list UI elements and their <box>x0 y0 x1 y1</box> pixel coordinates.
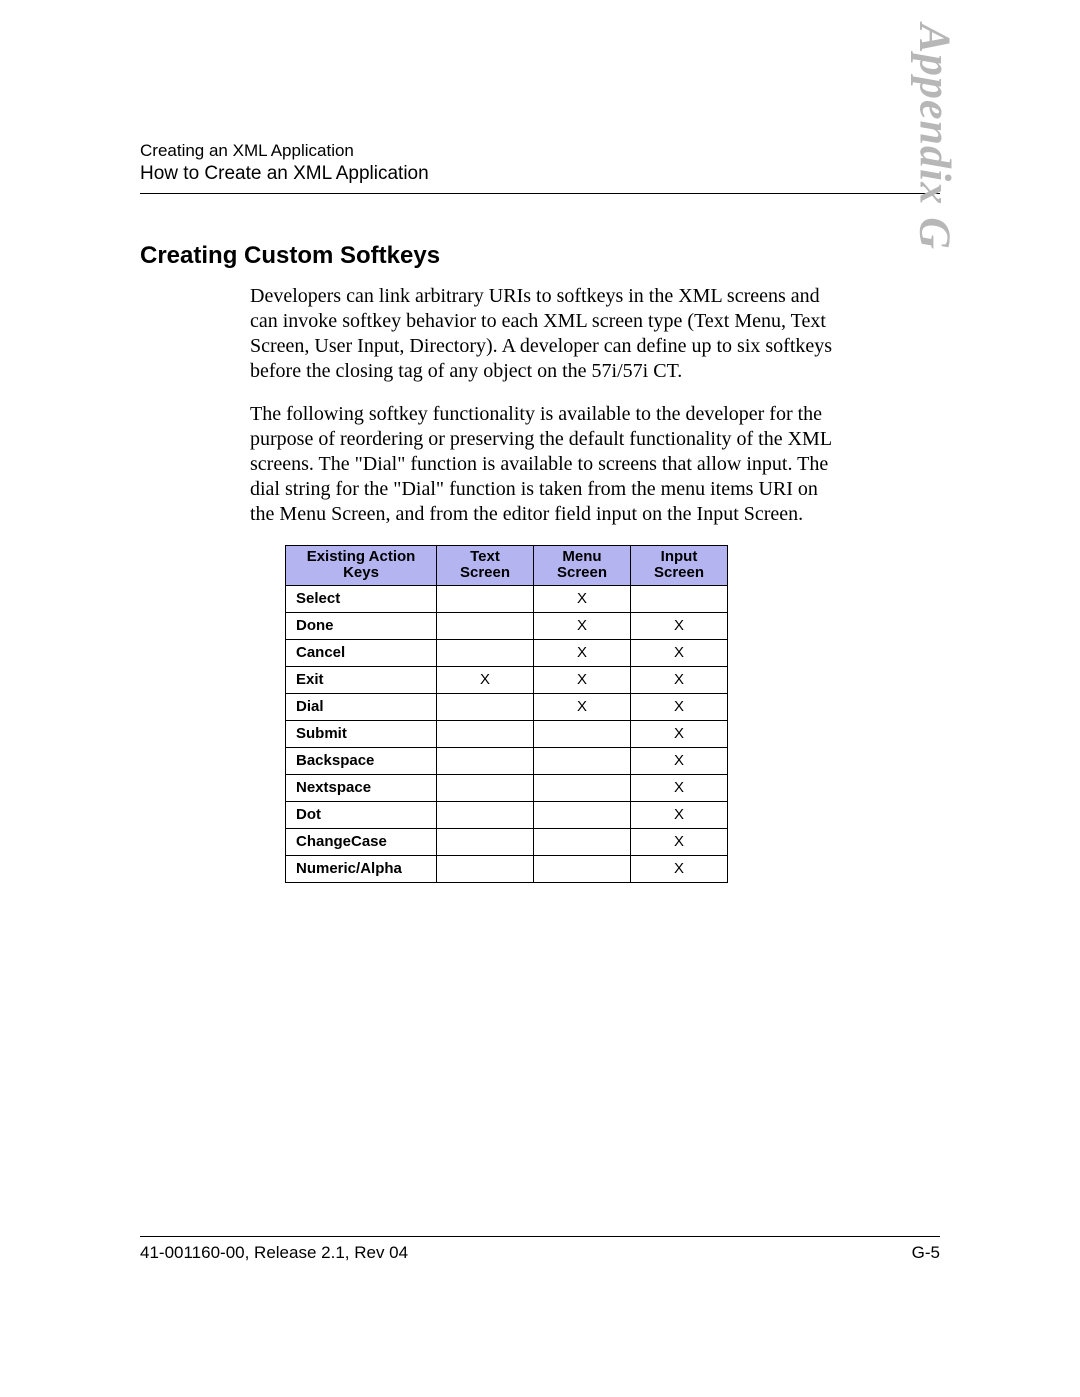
row-label: Numeric/Alpha <box>286 855 437 882</box>
page-header: Creating an XML Application How to Creat… <box>140 140 940 194</box>
table-header-input-screen: Input Screen <box>631 545 728 585</box>
table-row: ChangeCase X <box>286 828 728 855</box>
cell: X <box>534 693 631 720</box>
cell <box>437 639 534 666</box>
cell: X <box>631 828 728 855</box>
footer-left: 41-001160-00, Release 2.1, Rev 04 <box>140 1243 408 1263</box>
cell: X <box>631 612 728 639</box>
row-label: Backspace <box>286 747 437 774</box>
table-header-menu-screen: Menu Screen <box>534 545 631 585</box>
row-label: Dot <box>286 801 437 828</box>
cell <box>437 747 534 774</box>
cell: X <box>534 666 631 693</box>
appendix-watermark: Appendix G <box>909 24 960 250</box>
row-label: Exit <box>286 666 437 693</box>
cell <box>437 774 534 801</box>
header-line-1: Creating an XML Application <box>140 140 940 162</box>
cell <box>437 693 534 720</box>
table-header-action: Existing Action Keys <box>286 545 437 585</box>
table-body: SelectXDoneXXCancelXXExitXXXDialXXSubmit… <box>286 585 728 882</box>
row-label: Submit <box>286 720 437 747</box>
cell <box>534 720 631 747</box>
paragraph-2: The following softkey functionality is a… <box>250 402 840 527</box>
row-label: Nextspace <box>286 774 437 801</box>
cell: X <box>631 720 728 747</box>
table-row: Cancel XX <box>286 639 728 666</box>
section-heading: Creating Custom Softkeys <box>140 242 940 270</box>
cell <box>437 585 534 612</box>
row-label: Dial <box>286 693 437 720</box>
cell: X <box>534 639 631 666</box>
cell <box>437 801 534 828</box>
cell: X <box>631 666 728 693</box>
cell: X <box>631 747 728 774</box>
cell <box>631 585 728 612</box>
table-row: Backspace X <box>286 747 728 774</box>
table-header-text-screen: Text Screen <box>437 545 534 585</box>
cell <box>534 855 631 882</box>
cell: X <box>534 585 631 612</box>
table-row: ExitXXX <box>286 666 728 693</box>
softkey-table: Existing Action Keys Text Screen Menu Sc… <box>285 545 728 883</box>
table-row: Submit X <box>286 720 728 747</box>
content-block: Developers can link arbitrary URIs to so… <box>250 284 940 527</box>
footer-right: G-5 <box>912 1243 940 1263</box>
table-row: Dot X <box>286 801 728 828</box>
row-label: ChangeCase <box>286 828 437 855</box>
cell <box>534 774 631 801</box>
footer-divider <box>140 1236 940 1237</box>
row-label: Done <box>286 612 437 639</box>
cell <box>534 801 631 828</box>
cell: X <box>437 666 534 693</box>
cell: X <box>631 639 728 666</box>
cell: X <box>631 693 728 720</box>
table-row: Nextspace X <box>286 774 728 801</box>
page: Creating an XML Application How to Creat… <box>0 0 1080 1397</box>
cell: X <box>631 801 728 828</box>
paragraph-1: Developers can link arbitrary URIs to so… <box>250 284 840 384</box>
table-row: Dial XX <box>286 693 728 720</box>
row-label: Cancel <box>286 639 437 666</box>
page-footer: 41-001160-00, Release 2.1, Rev 04 G-5 <box>140 1236 940 1263</box>
header-line-2: How to Create an XML Application <box>140 162 940 187</box>
header-divider <box>140 193 940 194</box>
cell <box>534 828 631 855</box>
table-row: Select X <box>286 585 728 612</box>
row-label: Select <box>286 585 437 612</box>
cell: X <box>631 774 728 801</box>
cell <box>437 720 534 747</box>
table-row: Done XX <box>286 612 728 639</box>
cell <box>437 855 534 882</box>
table-row: Numeric/Alpha X <box>286 855 728 882</box>
cell <box>437 612 534 639</box>
cell <box>437 828 534 855</box>
cell: X <box>534 612 631 639</box>
cell <box>534 747 631 774</box>
cell: X <box>631 855 728 882</box>
table-header-row: Existing Action Keys Text Screen Menu Sc… <box>286 545 728 585</box>
